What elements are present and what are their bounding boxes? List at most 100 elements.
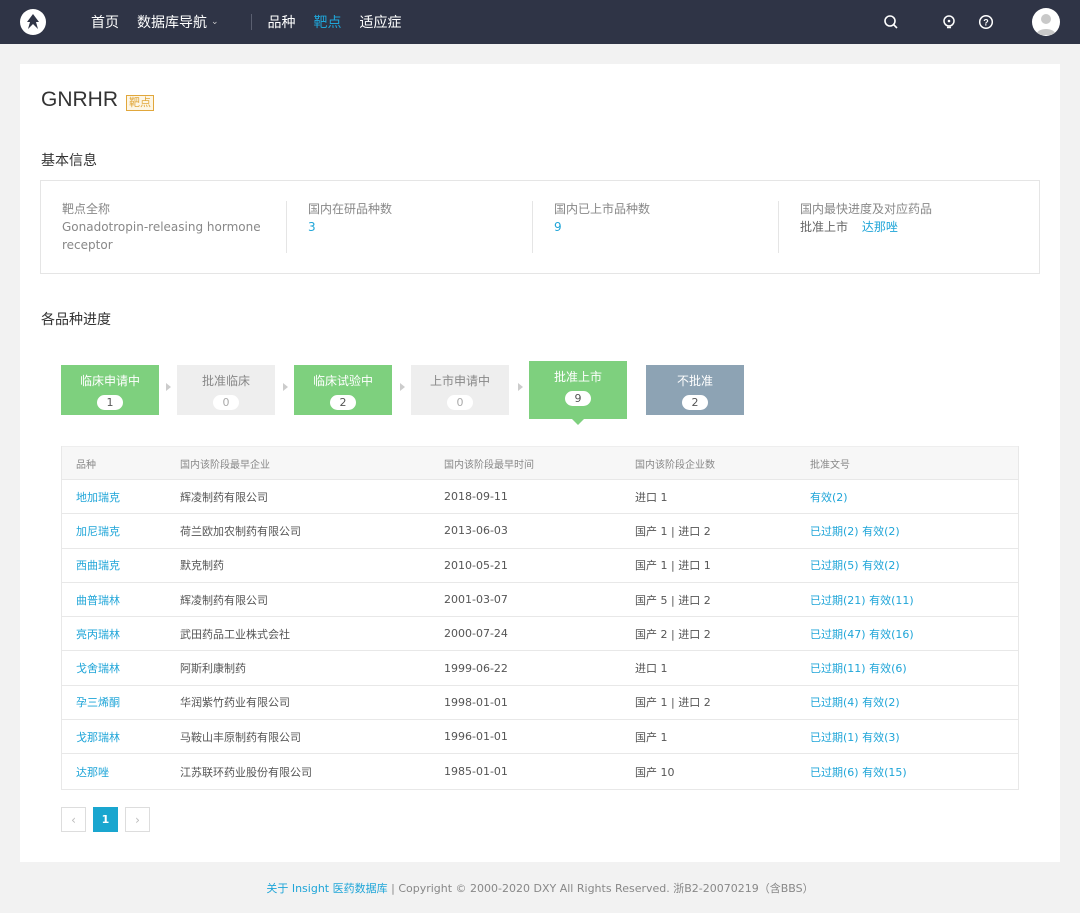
stage-label: 批准临床 bbox=[201, 374, 250, 388]
pagination: ‹ 1 › bbox=[61, 807, 150, 832]
drug-name-link[interactable]: 达那唑 bbox=[62, 764, 180, 780]
count-cell: 进口 1 bbox=[635, 490, 668, 504]
fastest-drug-link[interactable]: 达那唑 bbox=[862, 220, 898, 234]
stage-clinical-application[interactable]: 临床申请中 1 bbox=[61, 365, 159, 415]
approval-link[interactable]: 已过期(1) 有效(3) bbox=[810, 729, 1018, 745]
basic-info-box: 靶点全称 Gonadotropin-releasing hormone rece… bbox=[40, 180, 1040, 274]
next-page-button[interactable]: › bbox=[125, 807, 150, 832]
drug-name-link[interactable]: 戈舍瑞林 bbox=[62, 660, 180, 676]
stage-count: 1 bbox=[97, 395, 123, 410]
col-header: 品种 bbox=[76, 459, 96, 471]
drug-name-link[interactable]: 戈那瑞林 bbox=[62, 729, 180, 745]
marketed-count-link[interactable]: 9 bbox=[554, 220, 562, 234]
nav-database[interactable]: 数据库导航 ⌄ bbox=[137, 12, 219, 32]
info-label: 国内最快进度及对应药品 bbox=[800, 202, 933, 216]
table-row: 加尼瑞克 荷兰欧加农制药有限公司 2013-06-03 国产 1 | 进口 2 已过期(… bbox=[62, 514, 1018, 549]
approval-link[interactable]: 已过期(47) 有效(16) bbox=[810, 626, 1018, 642]
stage-market-application[interactable]: 上市申请中 0 bbox=[411, 365, 509, 415]
full-name-line2: receptor bbox=[62, 238, 113, 252]
count-cell: 国产 2 | 进口 2 bbox=[635, 627, 711, 641]
approval-link[interactable]: 已过期(6) 有效(15) bbox=[810, 764, 1018, 780]
company-cell: 荷兰欧加农制药有限公司 bbox=[180, 524, 301, 538]
company-cell: 江苏联环药业股份有限公司 bbox=[180, 765, 312, 779]
stage-not-approved[interactable]: 不批准 2 bbox=[646, 365, 744, 415]
nav-right: ? bbox=[864, 8, 1060, 36]
col-header: 国内该阶段最早企业 bbox=[180, 459, 270, 471]
info-fastest-progress: 国内最快进度及对应药品 批准上市 达那唑 bbox=[779, 201, 1025, 253]
table-row: 达那唑 江苏联环药业股份有限公司 1985-01-01 国产 10 已过期(6) 有效(… bbox=[62, 754, 1018, 788]
title-row: GNRHR 靶点 bbox=[41, 88, 154, 112]
logo-icon[interactable] bbox=[20, 9, 46, 35]
count-cell: 国产 1 | 进口 2 bbox=[635, 696, 711, 710]
drug-name-link[interactable]: 孕三烯酮 bbox=[62, 694, 180, 710]
drug-name-link[interactable]: 加尼瑞克 bbox=[62, 523, 180, 539]
stage-count: 0 bbox=[447, 395, 473, 410]
approval-link[interactable]: 已过期(11) 有效(6) bbox=[810, 660, 1018, 676]
info-label: 靶点全称 bbox=[62, 202, 111, 216]
col-header: 国内该阶段最早时间 bbox=[444, 459, 534, 471]
date-cell: 2010-05-21 bbox=[444, 558, 508, 572]
drug-name-link[interactable]: 曲普瑞林 bbox=[62, 592, 180, 608]
date-cell: 2013-06-03 bbox=[444, 524, 508, 538]
top-navbar: 首页 数据库导航 ⌄ 品种 靶点 适应症 ? bbox=[0, 0, 1080, 44]
avatar[interactable] bbox=[1032, 8, 1060, 36]
nav-drugs[interactable]: 品种 bbox=[268, 12, 296, 32]
lightbulb-icon[interactable] bbox=[939, 12, 959, 32]
about-link[interactable]: 关于 Insight 医药数据库 bbox=[266, 882, 387, 895]
page-button-current[interactable]: 1 bbox=[93, 807, 118, 832]
prev-page-button[interactable]: ‹ bbox=[61, 807, 86, 832]
type-tag: 靶点 bbox=[126, 95, 154, 111]
info-value: 批准上市 达那唑 bbox=[800, 218, 1025, 236]
stage-clinical-trial[interactable]: 临床试验中 2 bbox=[294, 365, 392, 415]
table-row: 西曲瑞克 默克制药 2010-05-21 国产 1 | 进口 1 已过期(5) 有效(2… bbox=[62, 549, 1018, 583]
help-icon[interactable]: ? bbox=[976, 12, 996, 32]
stage-count: 2 bbox=[682, 395, 708, 410]
col-header: 批准文号 bbox=[810, 459, 850, 471]
search-icon[interactable] bbox=[881, 12, 901, 32]
svg-text:?: ? bbox=[983, 18, 989, 28]
approval-link[interactable]: 有效(2) bbox=[810, 489, 1018, 505]
company-cell: 辉凌制药有限公司 bbox=[180, 490, 268, 504]
company-cell: 默克制药 bbox=[180, 559, 224, 573]
info-value: 9 bbox=[554, 218, 778, 236]
info-in-research: 国内在研品种数 3 bbox=[287, 201, 533, 253]
company-cell: 辉凌制药有限公司 bbox=[180, 593, 268, 607]
date-cell: 2000-07-24 bbox=[444, 627, 508, 641]
drug-name-link[interactable]: 亮丙瑞林 bbox=[62, 626, 180, 642]
fastest-status: 批准上市 bbox=[800, 220, 849, 234]
info-value: Gonadotropin-releasing hormone receptor bbox=[62, 218, 286, 254]
date-cell: 1996-01-01 bbox=[444, 730, 508, 744]
count-cell: 国产 5 | 进口 2 bbox=[635, 593, 711, 607]
stage-label: 临床试验中 bbox=[312, 374, 373, 388]
nav-targets[interactable]: 靶点 bbox=[314, 12, 342, 32]
arrow-right-icon bbox=[166, 383, 171, 391]
progress-title: 各品种进度 bbox=[41, 312, 111, 328]
table-body: 地加瑞克 辉凌制药有限公司 2018-09-11 进口 1 有效(2) 加尼瑞克 荷兰欧加农… bbox=[62, 480, 1018, 789]
count-cell: 国产 10 bbox=[635, 765, 675, 779]
stage-label: 临床申请中 bbox=[79, 374, 140, 388]
approval-link[interactable]: 已过期(21) 有效(11) bbox=[810, 592, 1018, 608]
table-row: 戈舍瑞林 阿斯利康制药 1999-06-22 进口 1 已过期(11) 有效(6) bbox=[62, 651, 1018, 686]
stage-label: 批准上市 bbox=[553, 370, 602, 384]
footer-sep: | bbox=[387, 882, 399, 895]
drug-name-link[interactable]: 西曲瑞克 bbox=[62, 557, 180, 573]
stage-label: 上市申请中 bbox=[429, 374, 490, 388]
nav-indications[interactable]: 适应症 bbox=[360, 12, 402, 32]
stage-clinical-approved[interactable]: 批准临床 0 bbox=[177, 365, 275, 415]
stage-market-approved[interactable]: 批准上市 9 bbox=[529, 361, 627, 425]
info-marketed: 国内已上市品种数 9 bbox=[533, 201, 779, 253]
approval-link[interactable]: 已过期(2) 有效(2) bbox=[810, 523, 1018, 539]
arrow-right-icon bbox=[283, 383, 288, 391]
count-cell: 国产 1 | 进口 1 bbox=[635, 559, 711, 573]
nav-home[interactable]: 首页 bbox=[91, 12, 119, 32]
date-cell: 2001-03-07 bbox=[444, 593, 508, 607]
in-research-count-link[interactable]: 3 bbox=[308, 220, 316, 234]
approval-link[interactable]: 已过期(4) 有效(2) bbox=[810, 694, 1018, 710]
table-row: 亮丙瑞林 武田药品工业株式会社 2000-07-24 国产 2 | 进口 2 已过期(4… bbox=[62, 617, 1018, 652]
table-row: 地加瑞克 辉凌制药有限公司 2018-09-11 进口 1 有效(2) bbox=[62, 480, 1018, 515]
nav-drugs-label: 品种 bbox=[267, 15, 296, 31]
approval-link[interactable]: 已过期(5) 有效(2) bbox=[810, 557, 1018, 573]
basic-info-title: 基本信息 bbox=[41, 153, 97, 169]
nav-database-label: 数据库导航 bbox=[137, 15, 207, 31]
drug-name-link[interactable]: 地加瑞克 bbox=[62, 489, 180, 505]
